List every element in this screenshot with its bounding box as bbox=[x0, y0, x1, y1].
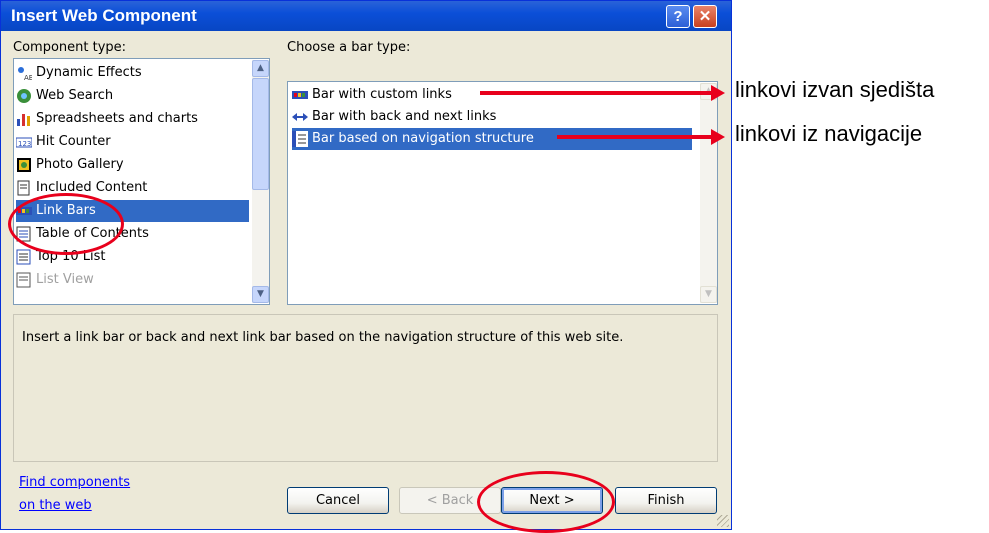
photo-gallery-icon bbox=[16, 157, 32, 173]
list-item-label: Bar with back and next links bbox=[312, 109, 497, 124]
list-item-label: Dynamic Effects bbox=[36, 65, 142, 80]
close-button[interactable]: ✕ bbox=[693, 5, 717, 28]
included-content-icon bbox=[16, 180, 32, 196]
list-view-icon bbox=[16, 272, 32, 288]
hit-counter-icon: 123 bbox=[15, 134, 33, 150]
spreadsheets-icon bbox=[16, 111, 32, 127]
list-item-bar-custom-links[interactable]: Bar with custom links bbox=[292, 84, 452, 106]
svg-text:123: 123 bbox=[18, 140, 31, 148]
back-next-arrows-icon bbox=[292, 109, 308, 125]
list-item-list-view[interactable]: List View bbox=[16, 269, 94, 291]
list-item-label: List View bbox=[36, 272, 94, 287]
component-type-list[interactable]: AB Dynamic Effects Web Search Spreadshee… bbox=[13, 58, 270, 305]
list-item-bar-navigation-structure[interactable]: Bar based on navigation structure bbox=[292, 128, 692, 150]
svg-text:AB: AB bbox=[24, 74, 32, 81]
bar-type-label: Choose a bar type: bbox=[287, 40, 411, 55]
list-item-photo-gallery[interactable]: Photo Gallery bbox=[16, 154, 124, 176]
description-box: Insert a link bar or back and next link … bbox=[13, 314, 718, 462]
dynamic-effects-icon: AB bbox=[16, 65, 34, 82]
bar-type-scrollbar[interactable]: ▲ ▼ bbox=[700, 83, 717, 303]
component-list-scrollbar[interactable]: ▲ ▼ bbox=[252, 60, 269, 303]
description-text: Insert a link bar or back and next link … bbox=[22, 330, 624, 345]
list-item-spreadsheets[interactable]: Spreadsheets and charts bbox=[16, 108, 198, 130]
navigation-structure-icon bbox=[292, 131, 308, 147]
find-components-link[interactable]: Find components bbox=[19, 475, 130, 490]
navigation-arrow-line bbox=[557, 135, 713, 139]
custom-links-note: linkovi izvan sjedišta bbox=[735, 77, 935, 102]
scrollbar-thumb[interactable] bbox=[252, 78, 269, 190]
list-item-label: Spreadsheets and charts bbox=[36, 111, 198, 126]
list-item-label: Bar based on navigation structure bbox=[312, 131, 534, 146]
list-item-web-search[interactable]: Web Search bbox=[16, 85, 113, 107]
link-bars-highlight-ellipse bbox=[8, 193, 124, 255]
dialog-title: Insert Web Component bbox=[11, 6, 197, 25]
list-item-label: Web Search bbox=[36, 88, 114, 103]
navigation-arrow-head-icon bbox=[711, 129, 725, 145]
top-10-list-icon bbox=[16, 249, 32, 265]
custom-links-arrow-line bbox=[480, 91, 713, 95]
cancel-button[interactable]: Cancel bbox=[287, 487, 389, 514]
list-item-label: Photo Gallery bbox=[36, 157, 124, 172]
list-item-bar-back-next[interactable]: Bar with back and next links bbox=[292, 106, 496, 128]
list-item-dynamic-effects[interactable]: AB Dynamic Effects bbox=[16, 62, 142, 84]
list-item-label: Hit Counter bbox=[36, 134, 111, 149]
insert-web-component-dialog: Insert Web Component ? ✕ Component type:… bbox=[0, 0, 732, 530]
scroll-up-arrow-icon[interactable]: ▲ bbox=[252, 60, 269, 77]
custom-links-icon bbox=[292, 87, 308, 103]
list-item-hit-counter[interactable]: 123 Hit Counter bbox=[15, 131, 111, 153]
bar-type-list[interactable]: Bar with custom links Bar with back and … bbox=[287, 81, 718, 305]
scroll-down-arrow-icon[interactable]: ▼ bbox=[700, 286, 717, 303]
finish-button[interactable]: Finish bbox=[615, 487, 717, 514]
next-button-highlight-ellipse bbox=[477, 471, 615, 533]
navigation-note: linkovi iz navigacije bbox=[735, 121, 923, 146]
custom-links-arrow-head-icon bbox=[711, 85, 725, 101]
title-bar[interactable]: Insert Web Component ? ✕ bbox=[1, 1, 731, 31]
scroll-down-arrow-icon[interactable]: ▼ bbox=[252, 286, 269, 303]
list-item-label: Bar with custom links bbox=[312, 87, 452, 102]
resize-grip[interactable] bbox=[717, 515, 729, 527]
web-search-icon bbox=[16, 88, 32, 104]
find-components-link-line2[interactable]: on the web bbox=[19, 498, 92, 513]
component-type-label: Component type: bbox=[13, 40, 127, 55]
help-button[interactable]: ? bbox=[666, 5, 690, 28]
